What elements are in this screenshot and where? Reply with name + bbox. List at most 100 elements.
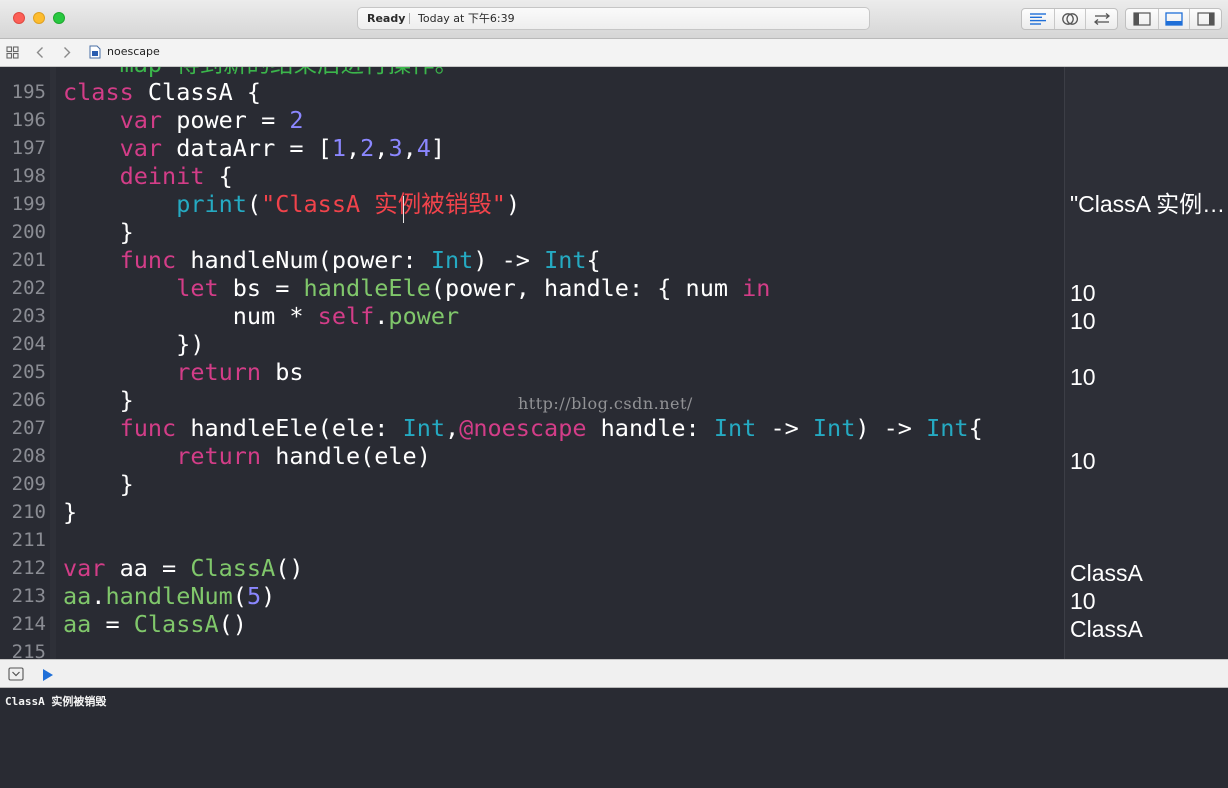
navigator-toggle-button[interactable]: [1126, 9, 1158, 29]
playground-file-icon-wrap: [89, 39, 101, 65]
utilities-toggle-button[interactable]: [1189, 9, 1221, 29]
assistant-editor-button[interactable]: [1053, 9, 1086, 29]
line-number-204: 204: [11, 333, 46, 355]
code-token: Int: [713, 414, 757, 442]
code-token: }: [63, 386, 134, 414]
view-toggle-segmented-control: [1125, 8, 1222, 30]
code-line-202: let bs = handleEle(power, handle: { num …: [63, 274, 770, 302]
line-number-205: 205: [11, 361, 46, 383]
code-token: 4: [416, 134, 431, 162]
code-line-204: }): [63, 330, 204, 358]
debug-area-toggle-button[interactable]: [1157, 9, 1190, 29]
code-token: 2: [289, 106, 304, 134]
standard-editor-button[interactable]: [1022, 9, 1054, 29]
code-token: {: [204, 162, 233, 190]
code-token: 5: [246, 582, 262, 610]
status-timestamp: Today at 下午6:39: [418, 12, 515, 25]
code-token: self: [317, 302, 375, 330]
code-folding-ribbon[interactable]: [50, 67, 56, 659]
code-line-208: return handle(ele): [63, 442, 431, 470]
line-number-210: 210: [11, 501, 46, 523]
code-token: =: [91, 610, 134, 638]
code-token: Int: [430, 246, 474, 274]
source-editor[interactable]: 195 196 197 198 199 200 201 202 203 204 205 206 207 2…: [0, 67, 1064, 659]
code-token: handleNum: [105, 582, 233, 610]
minimize-window-button[interactable]: [33, 12, 45, 24]
text-cursor: [403, 196, 404, 223]
related-items-button[interactable]: [6, 39, 19, 65]
run-playground-button[interactable]: [42, 667, 54, 681]
result-line-203[interactable]: 10: [1070, 307, 1096, 335]
activity-status-bar: Ready Today at 下午6:39: [357, 7, 870, 30]
line-number-207: 207: [11, 417, 46, 439]
grid-icon: [6, 45, 19, 59]
code-token: in: [742, 274, 771, 302]
hide-debug-area-icon: [8, 667, 24, 681]
line-number-198: 198: [11, 165, 46, 187]
code-token: }: [63, 470, 134, 498]
back-button[interactable]: [36, 39, 44, 65]
code-token: handleEle(ele:: [176, 414, 403, 442]
line-number-199: 199: [11, 193, 46, 215]
code-token: ClassA: [190, 554, 276, 582]
navigator-toggle-icon: [1133, 12, 1151, 26]
line-number-208: 208: [11, 445, 46, 467]
zoom-window-button[interactable]: [53, 12, 65, 24]
code-token: aa =: [105, 554, 191, 582]
result-line-214[interactable]: ClassA: [1070, 615, 1143, 643]
line-number-200: 200: [11, 221, 46, 243]
code-token: var: [63, 554, 106, 582]
code-token: (: [246, 190, 262, 218]
code-token: ClassA: [133, 610, 219, 638]
status-state: Ready: [367, 12, 406, 25]
code-line-200: }: [63, 218, 134, 246]
line-number-202: 202: [11, 277, 46, 299]
console-output-line: ClassA 实例被销毁: [5, 695, 107, 708]
version-editor-button[interactable]: [1085, 9, 1117, 29]
jump-bar-file-name[interactable]: noescape: [107, 39, 160, 65]
code-token: bs =: [218, 274, 304, 302]
code-line-196: var power = 2: [63, 106, 304, 134]
code-line-207: func handleEle(ele: Int,@noescape handle…: [63, 414, 983, 442]
hide-debug-area-button[interactable]: [8, 666, 24, 681]
standard-editor-icon: [1029, 13, 1046, 25]
jump-bar: noescape: [0, 39, 1228, 67]
forward-button[interactable]: [63, 39, 71, 65]
console-output-area[interactable]: ClassA 实例被销毁: [0, 688, 1228, 788]
code-token: bs: [261, 358, 304, 386]
code-token: handleNum(power:: [176, 246, 431, 274]
result-line-213[interactable]: 10: [1070, 587, 1096, 615]
code-token: "ClassA 实例被销毁": [261, 190, 506, 218]
result-line-212[interactable]: ClassA: [1070, 559, 1143, 587]
code-token: aa: [63, 582, 92, 610]
code-token: Int: [544, 246, 587, 274]
code-token: var: [119, 106, 163, 134]
code-token: handleEle: [303, 274, 431, 302]
line-number-gutter: 195 196 197 198 199 200 201 202 203 204 205 206 207 2…: [0, 67, 50, 659]
code-token: 2: [360, 134, 375, 162]
close-window-button[interactable]: [13, 12, 25, 24]
code-token: aa: [63, 610, 92, 638]
line-number-206: 206: [11, 389, 46, 411]
code-token: Int: [812, 414, 856, 442]
line-number-partial-bottom: 215: [11, 641, 46, 659]
code-token: class: [63, 78, 134, 106]
code-token: ->: [756, 414, 813, 442]
assistant-editor-icon: [1062, 13, 1079, 25]
code-token: }: [63, 218, 134, 246]
utilities-toggle-icon: [1197, 12, 1215, 26]
line-number-213: 213: [11, 585, 46, 607]
code-line-210: }: [63, 498, 77, 526]
code-token: power =: [162, 106, 290, 134]
code-token: (: [232, 582, 247, 610]
result-line-208[interactable]: 10: [1070, 447, 1096, 475]
result-line-205[interactable]: 10: [1070, 363, 1096, 391]
code-token: 3: [388, 134, 403, 162]
line-number-196: 196: [11, 109, 46, 131]
result-line-202[interactable]: 10: [1070, 279, 1096, 307]
result-line-199[interactable]: "ClassA 实例…: [1070, 190, 1225, 218]
